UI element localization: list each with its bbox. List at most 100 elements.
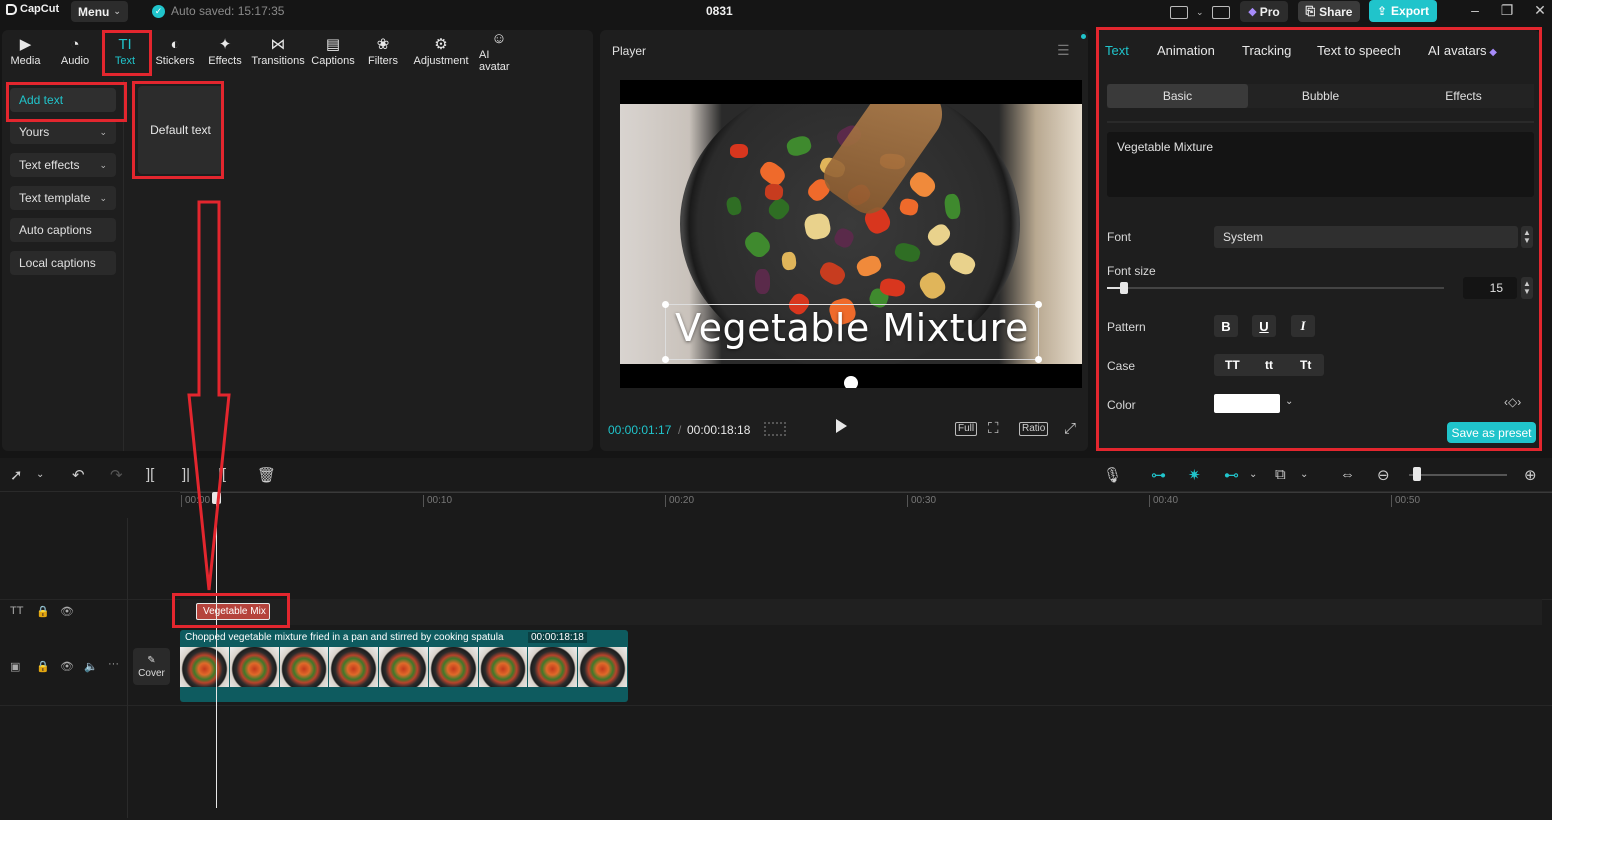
ruler-tick: 00:20 [665,495,694,507]
eye-icon[interactable]: 👁 [60,660,74,673]
chevron-down-icon[interactable]: ⌄ [1196,7,1204,18]
chevron-down-icon[interactable]: ⌄ [1249,469,1257,480]
transitions-icon: ⋈ [270,36,286,53]
side-nav-label: Text template [19,191,91,205]
tab-captions[interactable]: ▤ Captions [307,30,359,74]
play-icon[interactable] [836,419,847,433]
pro-label: Pro [1259,4,1280,19]
minimize-icon[interactable]: – [1465,2,1485,18]
tab-effects[interactable]: ✦ Effects [201,30,249,74]
screenshot-icon[interactable]: ⛶ [988,420,999,437]
restore-icon[interactable]: ❐ [1497,2,1517,19]
cover-button[interactable]: ✎ Cover [133,648,170,685]
export-button[interactable]: ⇪ Export [1369,0,1437,22]
microphone-icon[interactable]: 🎙 [1103,466,1122,484]
split-icon[interactable]: ][ [146,466,154,483]
audio-icon: ◔ [70,36,80,53]
export-label: Export [1391,4,1430,18]
chevron-down-icon: ⌄ [99,192,107,203]
tab-ai-avatar[interactable]: ☺ AI avatar [475,30,523,74]
annotation-box-inspector [1096,27,1542,451]
tab-label: Filters [368,55,398,67]
eye-icon[interactable]: 👁 [60,605,74,618]
total-time: 00:00:18:18 [687,423,751,437]
share-icon: ⎘ [1305,4,1316,18]
zoom-out-icon[interactable]: ⊖ [1377,466,1390,484]
autosave-text: Auto saved: 15:17:35 [171,4,285,18]
side-nav-text-template[interactable]: Text template ⌄ [10,186,116,210]
zoom-in-icon[interactable]: ⊕ [1524,466,1537,484]
autosave-status: ✓ Auto saved: 15:17:35 [152,4,284,18]
timeline-ruler[interactable] [180,492,1552,493]
side-nav-auto-captions[interactable]: Auto captions [10,218,116,242]
chevron-down-icon[interactable]: ⌄ [36,469,44,480]
select-tool-icon[interactable]: ➚ [10,466,23,484]
current-time: 00:00:01:17 [608,423,672,437]
time-separator: / [678,423,682,437]
text-selection-box[interactable] [665,304,1039,360]
tab-adjustment[interactable]: ⚙ Adjustment [407,30,475,74]
project-title[interactable]: 0831 [706,4,733,18]
tab-filters[interactable]: ❀ Filters [359,30,407,74]
side-nav-yours[interactable]: Yours ⌄ [10,120,116,144]
player-title: Player [612,44,647,58]
pro-button[interactable]: ◆ Pro [1240,1,1288,22]
timeline-panel: ➚ ⌄ ↶ ↷ ][ ]| |[ 🗑 🎙 ⊶ ✷ ⊷ ⌄ ⧉ ⌄ ⇔ ⊖ ⊕ 0… [0,458,1552,820]
side-nav-local-captions[interactable]: Local captions [10,251,116,275]
chevron-down-icon: ⌄ [113,6,121,16]
auto-snap-icon[interactable]: ✷ [1188,466,1201,484]
tab-transitions[interactable]: ⋈ Transitions [249,30,307,74]
timeline-toolbar: ➚ ⌄ ↶ ↷ ][ ]| |[ 🗑 🎙 ⊶ ✷ ⊷ ⌄ ⧉ ⌄ ⇔ ⊖ ⊕ [0,458,1552,492]
close-icon[interactable]: ✕ [1530,2,1550,19]
lock-icon[interactable]: 🔒 [36,660,50,673]
diamond-icon: ◆ [1248,6,1257,18]
cover-label: Cover [138,667,165,679]
main-track-magnet-icon[interactable]: ⊶ [1151,466,1166,484]
layout-icon[interactable] [1170,5,1188,19]
fullscreen-icon[interactable]: ⤢ [1064,420,1076,437]
undo-icon[interactable]: ↶ [72,466,85,484]
tab-audio[interactable]: ◔ Audio [49,30,101,74]
zoom-slider-thumb[interactable] [1412,467,1421,481]
shortcuts-icon[interactable] [1211,5,1230,19]
more-icon[interactable]: ··· [108,658,119,670]
notification-dot [1081,34,1086,39]
linkage-icon[interactable]: ⊷ [1224,466,1239,484]
fit-timeline-icon[interactable]: ⇔ [1340,466,1355,483]
redo-icon[interactable]: ↷ [110,466,123,484]
preview-axis-icon[interactable]: ⧉ [1275,466,1286,483]
chevron-down-icon: ⌄ [99,159,107,170]
menu-button[interactable]: Menu ⌄ [71,1,128,22]
video-clip[interactable]: Chopped vegetable mixture fried in a pan… [180,630,628,702]
full-quality-button[interactable]: Full [955,422,978,436]
zoom-slider[interactable] [1409,474,1507,476]
side-nav-label: Text effects [19,158,80,172]
delete-icon[interactable]: 🗑 [257,466,276,484]
video-preview[interactable]: Vegetable Mixture [620,80,1082,388]
side-nav-text-effects[interactable]: Text effects ⌄ [10,153,116,177]
clip-thumbnail [279,647,330,687]
tab-stickers[interactable]: ◐ Stickers [149,30,201,74]
ratio-button[interactable]: Ratio [1019,422,1049,436]
resize-handle[interactable] [662,356,669,363]
resize-handle[interactable] [1035,301,1042,308]
ruler-tick: 00:40 [1149,495,1178,507]
resize-handle[interactable] [662,301,669,308]
tab-media[interactable]: ▶ Media [2,30,49,74]
hamburger-menu-icon[interactable]: ☰ [1057,42,1070,59]
timecode-grid-icon[interactable] [764,422,786,436]
lock-icon[interactable]: 🔒 [36,605,50,618]
rotate-icon[interactable] [844,376,858,388]
clip-thumbnail [478,647,529,687]
clip-thumbnail [578,647,628,687]
resize-handle[interactable] [1035,356,1042,363]
share-button[interactable]: ⎘ Share [1298,1,1360,22]
ai-avatar-icon: ☺ [491,30,507,47]
chevron-down-icon[interactable]: ⌄ [1300,469,1308,480]
annotation-box-text-tab [102,30,152,76]
capcut-logo-icon [6,3,17,15]
stickers-icon: ◐ [170,36,180,53]
tab-label: Media [10,55,41,67]
audio-icon[interactable]: 🔈 [84,660,98,673]
clip-thumbnail [329,647,380,687]
